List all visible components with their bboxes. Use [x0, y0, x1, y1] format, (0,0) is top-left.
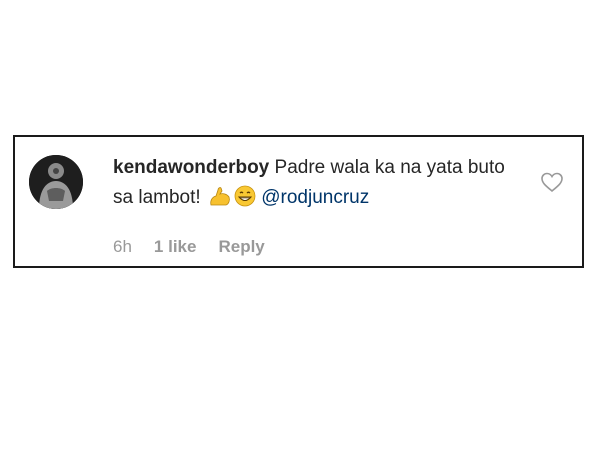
avatar[interactable]: [29, 155, 83, 209]
mention-link[interactable]: @rodjuncruz: [261, 187, 369, 208]
comment-timestamp: 6h: [113, 237, 132, 256]
like-heart-icon[interactable]: [540, 171, 564, 193]
comment-meta: 6h 1 like Reply: [113, 237, 265, 257]
comment-username[interactable]: kendawonderboy: [113, 157, 269, 178]
comment-card: kendawonderboy Padre wala ka na yata but…: [13, 135, 584, 268]
avatar-photo-icon: [29, 155, 83, 209]
comment-text: kendawonderboy Padre wala ka na yata but…: [113, 153, 523, 217]
flexed-biceps-icon: [208, 185, 232, 217]
comment-likes[interactable]: 1 like: [154, 237, 197, 257]
grinning-face-icon: [234, 185, 256, 217]
reply-button[interactable]: Reply: [218, 237, 264, 257]
page: kendawonderboy Padre wala ka na yata but…: [0, 0, 600, 450]
